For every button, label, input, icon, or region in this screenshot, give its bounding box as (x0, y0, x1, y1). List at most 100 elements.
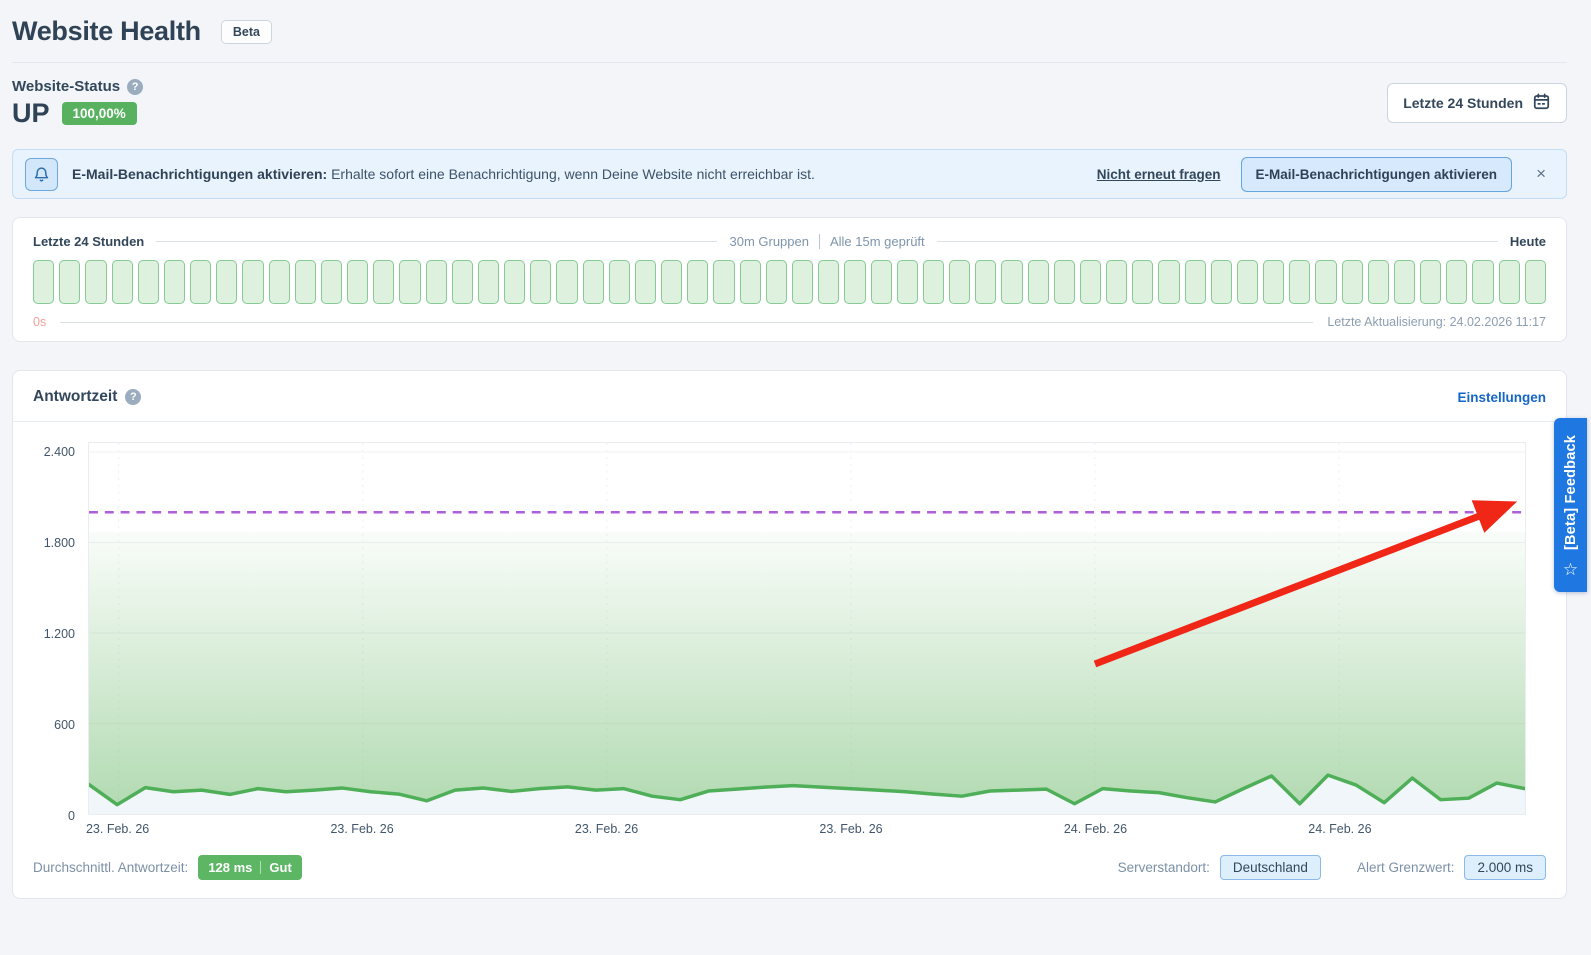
help-icon[interactable]: ? (127, 78, 144, 95)
uptime-bar[interactable] (1367, 260, 1389, 304)
uptime-bar[interactable] (504, 260, 526, 304)
uptime-bar[interactable] (1446, 260, 1468, 304)
response-time-panel: Antwortzeit ? Einstellungen 2.400 1.800 1.… (12, 370, 1567, 899)
uptime-bar[interactable] (399, 260, 421, 304)
response-chart: 2.400 1.800 1.200 600 0 23. Feb. 26 23. Feb. … (44, 442, 1526, 841)
uptime-panel: Letzte 24 Stunden 30m Gruppen Alle 15m g… (12, 217, 1567, 342)
uptime-percentage-badge: 100,00% (61, 102, 137, 125)
uptime-bar[interactable] (1132, 260, 1154, 304)
uptime-bar[interactable] (347, 260, 369, 304)
uptime-bar[interactable] (216, 260, 238, 304)
server-location-value[interactable]: Deutschland (1219, 855, 1321, 880)
uptime-bar[interactable] (294, 260, 316, 304)
alert-threshold-value[interactable]: 2.000 ms (1464, 855, 1546, 880)
y-axis-tick: 2.400 (43, 445, 75, 459)
y-axis-tick: 1.200 (43, 627, 75, 641)
uptime-bar[interactable] (844, 260, 866, 304)
uptime-bar[interactable] (1472, 260, 1494, 304)
banner-message-bold: E-Mail-Benachrichtigungen aktivieren: (72, 166, 328, 182)
uptime-bar[interactable] (1027, 260, 1049, 304)
uptime-bar[interactable] (870, 260, 892, 304)
uptime-bar[interactable] (818, 260, 840, 304)
dismiss-link[interactable]: Nicht erneut fragen (1097, 167, 1221, 182)
uptime-bar[interactable] (1420, 260, 1442, 304)
alert-threshold-label: Alert Grenzwert: (1356, 860, 1455, 875)
uptime-bar[interactable] (1053, 260, 1075, 304)
page-title: Website Health (12, 16, 201, 46)
bell-icon (25, 157, 58, 191)
vertical-divider (818, 234, 820, 249)
uptime-bar[interactable] (425, 260, 447, 304)
activate-notifications-button[interactable]: E-Mail-Benachrichtigungen aktivieren (1240, 156, 1513, 192)
uptime-range-label: Letzte 24 Stunden (33, 234, 145, 249)
downtime-label: 0s (33, 315, 47, 329)
uptime-bar[interactable] (477, 260, 500, 304)
avg-response-label: Durchschnittl. Antwortzeit: (33, 860, 189, 875)
uptime-bar[interactable] (1001, 260, 1023, 304)
banner-message-text: Erhalte sofort eine Benachrichtigung, we… (331, 166, 815, 182)
chart-plot-area: 2.400 1.800 1.200 600 0 (44, 442, 1526, 823)
uptime-bar[interactable] (1498, 260, 1520, 304)
uptime-bar[interactable] (1158, 260, 1180, 304)
group-label: 30m Gruppen (729, 234, 809, 249)
uptime-bar[interactable] (949, 260, 971, 304)
uptime-bar[interactable] (137, 260, 159, 304)
header-divider (12, 62, 1567, 63)
uptime-bar[interactable] (791, 260, 814, 304)
uptime-bar[interactable] (451, 260, 473, 304)
uptime-bar[interactable] (242, 260, 264, 304)
uptime-bar[interactable] (1289, 260, 1311, 304)
uptime-bar[interactable] (896, 260, 918, 304)
avg-response-rating: Gut (269, 860, 292, 875)
uptime-bar[interactable] (190, 260, 212, 304)
settings-link[interactable]: Einstellungen (1457, 390, 1546, 405)
uptime-bar[interactable] (1106, 260, 1128, 304)
uptime-bar[interactable] (85, 260, 107, 304)
uptime-bar[interactable] (373, 260, 395, 304)
uptime-bar[interactable] (975, 260, 997, 304)
divider-line (60, 321, 1314, 323)
beta-feedback-tab[interactable]: [Beta] Feedback ☆ (1554, 418, 1587, 592)
uptime-bar[interactable] (556, 260, 578, 304)
uptime-bar[interactable] (59, 260, 81, 304)
uptime-bar[interactable] (320, 260, 343, 304)
uptime-bar[interactable] (1263, 260, 1285, 304)
uptime-bar[interactable] (111, 260, 133, 304)
chart-stats-row: Durchschnittl. Antwortzeit: 128 ms Gut S… (13, 841, 1566, 882)
uptime-bar[interactable] (713, 260, 735, 304)
banner-message: E-Mail-Benachrichtigungen aktivieren: Er… (72, 166, 1083, 182)
time-range-button[interactable]: Letzte 24 Stunden (1387, 83, 1567, 123)
uptime-bar[interactable] (765, 260, 787, 304)
uptime-bar[interactable] (530, 260, 552, 304)
uptime-bar[interactable] (1341, 260, 1363, 304)
page: Website Health Beta Website-Status ? UP … (0, 0, 1591, 899)
uptime-bar[interactable] (608, 260, 630, 304)
uptime-bar[interactable] (163, 260, 186, 304)
status-section: Website-Status ? UP 100,00% Letzte 24 St… (12, 78, 1567, 129)
uptime-bar[interactable] (922, 260, 945, 304)
uptime-bar[interactable] (1393, 260, 1416, 304)
response-time-title: Antwortzeit (33, 388, 118, 405)
uptime-bar[interactable] (634, 260, 657, 304)
uptime-bar[interactable] (1524, 260, 1546, 304)
uptime-bar[interactable] (1184, 260, 1206, 304)
uptime-bar[interactable] (661, 260, 683, 304)
uptime-bar[interactable] (1315, 260, 1337, 304)
page-header: Website Health Beta (12, 16, 1567, 47)
badge-divider (260, 861, 262, 874)
uptime-bar[interactable] (1236, 260, 1259, 304)
beta-badge: Beta (220, 19, 272, 44)
uptime-bar[interactable] (33, 260, 55, 304)
uptime-bar[interactable] (582, 260, 604, 304)
uptime-bar[interactable] (1079, 260, 1102, 304)
avg-response-value: 128 ms (208, 860, 253, 875)
uptime-bar[interactable] (268, 260, 290, 304)
uptime-bar[interactable] (1210, 260, 1232, 304)
uptime-grouping-info: 30m Gruppen Alle 15m geprüft (729, 234, 925, 249)
uptime-bar[interactable] (687, 260, 709, 304)
calendar-icon (1532, 92, 1551, 114)
help-icon[interactable]: ? (125, 389, 142, 405)
close-icon[interactable]: × (1532, 164, 1550, 184)
uptime-bar[interactable] (739, 260, 761, 304)
status-value: UP (12, 98, 50, 128)
